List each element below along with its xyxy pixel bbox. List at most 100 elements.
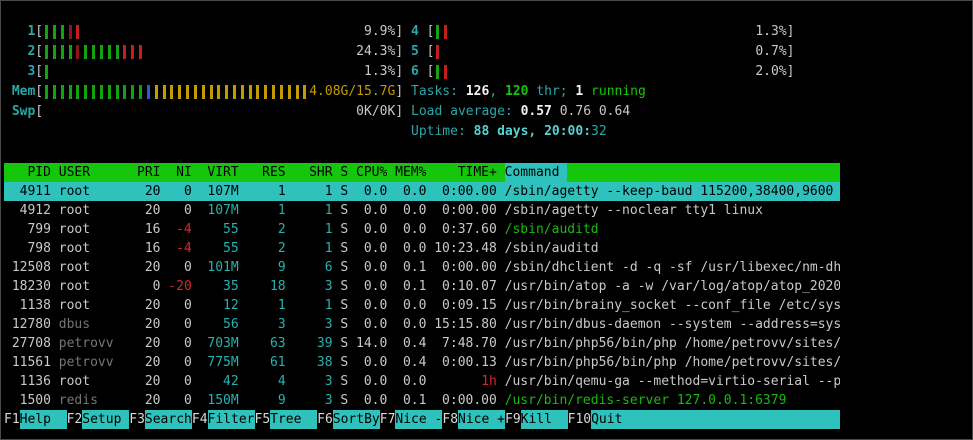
meter-open-bracket: [ <box>35 84 44 99</box>
swp-label: Swp <box>11 104 36 119</box>
fn-help[interactable]: F1 Help <box>4 410 67 429</box>
nice-cell: -20 <box>168 279 192 294</box>
cpu-percent-cell: 0.0 <box>363 203 388 218</box>
column-header-shr[interactable]: SHR <box>293 163 332 182</box>
res-cell: 9676 <box>277 393 286 408</box>
process-row-1136[interactable]: 1136 root 20 0 42112 4256 3848 S 0.0 0.0 1h14:45/u… <box>4 372 840 391</box>
meter-close-bracket: ] <box>395 84 404 99</box>
shr-cell: 38596 <box>316 355 333 370</box>
fn-action-label[interactable]: Nice + <box>458 410 505 429</box>
fn-quit[interactable]: F10 Quit <box>567 410 840 429</box>
time-cell: 0:00.13 <box>442 355 497 370</box>
column-header-time[interactable]: TIME+ <box>434 163 497 182</box>
virt-cell: 55540 <box>223 241 239 256</box>
fn-kill[interactable]: F9 Kill <box>505 410 568 429</box>
state-cell: S <box>340 260 349 275</box>
fn-action-label[interactable]: Filter <box>207 410 255 429</box>
cpu1-label: 1 <box>27 24 36 39</box>
process-row-1138[interactable]: 1138 root 20 0 12692 1880 1700 S 0.0 0.0 0:09.15/u… <box>4 296 840 315</box>
sort-column-highlight[interactable]: Command <box>504 163 568 182</box>
cpu4-value: 1.3% <box>755 24 787 39</box>
process-row-27708[interactable]: 27708 petrovv 20 0 703M 63524 39520 S 14.0 0.4 7:4… <box>4 334 840 353</box>
fn-action-label[interactable]: Quit <box>591 410 840 429</box>
column-header-command[interactable]: Command <box>504 163 840 182</box>
meter-open-bracket: [ <box>426 24 435 39</box>
process-row-4911[interactable]: 4911 root 20 0 107M 1676 1548 S 0.0 0.0 0:00.00/sb… <box>4 182 840 201</box>
process-row-18230[interactable]: 18230 root 0 -20 35552 18540 3684 S 0.0 0.1 0:10.0… <box>4 277 840 296</box>
meter-open-bracket: [ <box>35 44 44 59</box>
user-cell: petrovv <box>58 336 114 351</box>
pri-cell: 20 <box>144 298 161 313</box>
command-cell: /usr/bin/atop -a -w /var/log/atop/atop_2… <box>504 279 840 294</box>
virt-cell: 703M <box>207 336 239 351</box>
fn-action-label[interactable]: Search <box>144 410 192 429</box>
pid-cell: 4912 <box>19 203 51 218</box>
user-cell: root <box>58 298 91 313</box>
user-cell: dbus <box>58 317 91 332</box>
process-row-798[interactable]: 798 root 16 -4 55540 2208 1776 S 0.0 0.0 10:23.48 /… <box>4 239 840 258</box>
process-row-799[interactable]: 799 root 16 -4 55540 2208 1776 S 0.0 0.0 0:37.60/s… <box>4 220 840 239</box>
meter-open-bracket: [ <box>426 44 435 59</box>
time-cell: 0:09.15 <box>442 298 497 313</box>
meter-close-bracket: ] <box>395 24 404 39</box>
column-header-user[interactable]: USER <box>59 163 129 182</box>
shr-cell: 3088 <box>324 317 333 332</box>
user-cell: root <box>58 241 91 256</box>
column-header-res[interactable]: RES <box>247 163 285 182</box>
pid-cell: 12780 <box>11 317 51 332</box>
fn-action-label[interactable]: Nice - <box>395 410 443 429</box>
column-header-mem[interactable]: MEM% <box>395 163 426 182</box>
process-row-12780[interactable]: 12780 dbus 20 0 56352 3920 3088 S 0.0 0.0 15:15.80… <box>4 315 840 334</box>
process-row-4912[interactable]: 4912 root 20 0 107M 1616 1484 S 0.0 0.0 0:00.00/sb… <box>4 201 840 220</box>
mem-percent-cell: 0.1 <box>402 279 427 294</box>
shr-cell: 1776 <box>324 241 333 256</box>
column-header-cpu[interactable]: CPU% <box>356 163 387 182</box>
fn-sortby[interactable]: F6 SortBy <box>317 410 380 429</box>
pri-cell: 20 <box>144 374 161 389</box>
column-header-s[interactable]: S <box>340 163 348 182</box>
fn-filter[interactable]: F4 Filter <box>191 410 255 429</box>
fn-search[interactable]: F3 Search <box>129 410 192 429</box>
mem-percent-cell: 0.4 <box>402 336 427 351</box>
column-header-ni[interactable]: NI <box>168 163 192 182</box>
res-cell: 4256 <box>277 374 286 389</box>
fn-action-label[interactable]: Kill <box>520 410 568 429</box>
swp-value: 0K/0K <box>356 104 396 119</box>
process-row-11561[interactable]: 11561 petrovv 20 0 775M 61956 38596 S 0.0 0.4 0:00… <box>4 353 840 372</box>
virt-cell: 35552 <box>223 279 239 294</box>
mem-percent-cell: 0.0 <box>402 241 427 256</box>
process-row-12508[interactable]: 12508 root 20 0 101M 9040 6928 S 0.0 0.1 0:00.00/s… <box>4 258 840 277</box>
res-cell: 3920 <box>277 317 286 332</box>
nice-cell: -4 <box>176 241 192 256</box>
fn-key-label: F9 <box>505 410 521 429</box>
meter-close-bracket: ] <box>395 104 404 119</box>
fn-action-label[interactable]: Setup <box>82 410 130 429</box>
cpu-percent-cell: 0.0 <box>363 298 388 313</box>
fn-tree[interactable]: F5 Tree <box>254 410 318 429</box>
command-cell: /sbin/agetty --keep-baud 115200,38400,96… <box>504 184 834 199</box>
fn-nice-minus[interactable]: F7 Nice - <box>379 410 443 429</box>
fn-action-label[interactable]: Help <box>19 410 67 429</box>
time-cell: 15:15.80 <box>434 317 497 332</box>
column-header-virt[interactable]: VIRT <box>200 163 238 182</box>
meter-open-bracket: [ <box>35 24 44 39</box>
command-cell: /usr/bin/php56/bin/php /home/petrovv/sit… <box>504 336 840 351</box>
user-cell: root <box>58 279 91 294</box>
fn-setup[interactable]: F2 Setup <box>66 410 130 429</box>
nice-cell: 0 <box>183 317 192 332</box>
pri-cell: 20 <box>144 260 161 275</box>
header-meters-area: 1[9.9%] 2[24.3%] 3[1.3%] Mem[4.08G/15.7G] Sw… <box>4 22 968 142</box>
nice-cell: 0 <box>183 203 192 218</box>
mem-percent-cell: 0.0 <box>402 203 427 218</box>
process-row-1500[interactable]: 1500 redis 20 0 150M 9676 3144 S 0.0 0.1 0:00.00/u… <box>4 391 840 410</box>
fn-action-label[interactable]: SortBy <box>332 410 380 429</box>
column-header-pid[interactable]: PID <box>4 163 50 182</box>
column-header-pri[interactable]: PRI <box>137 163 160 182</box>
cpu5-meter: 5 [0.7%] <box>411 42 794 62</box>
nice-cell: 0 <box>183 355 192 370</box>
fn-nice-plus[interactable]: F8 Nice + <box>442 410 505 429</box>
state-cell: S <box>340 279 349 294</box>
meter-close-bracket: ] <box>395 64 404 79</box>
nice-cell: 0 <box>183 184 192 199</box>
fn-action-label[interactable]: Tree <box>270 410 318 429</box>
